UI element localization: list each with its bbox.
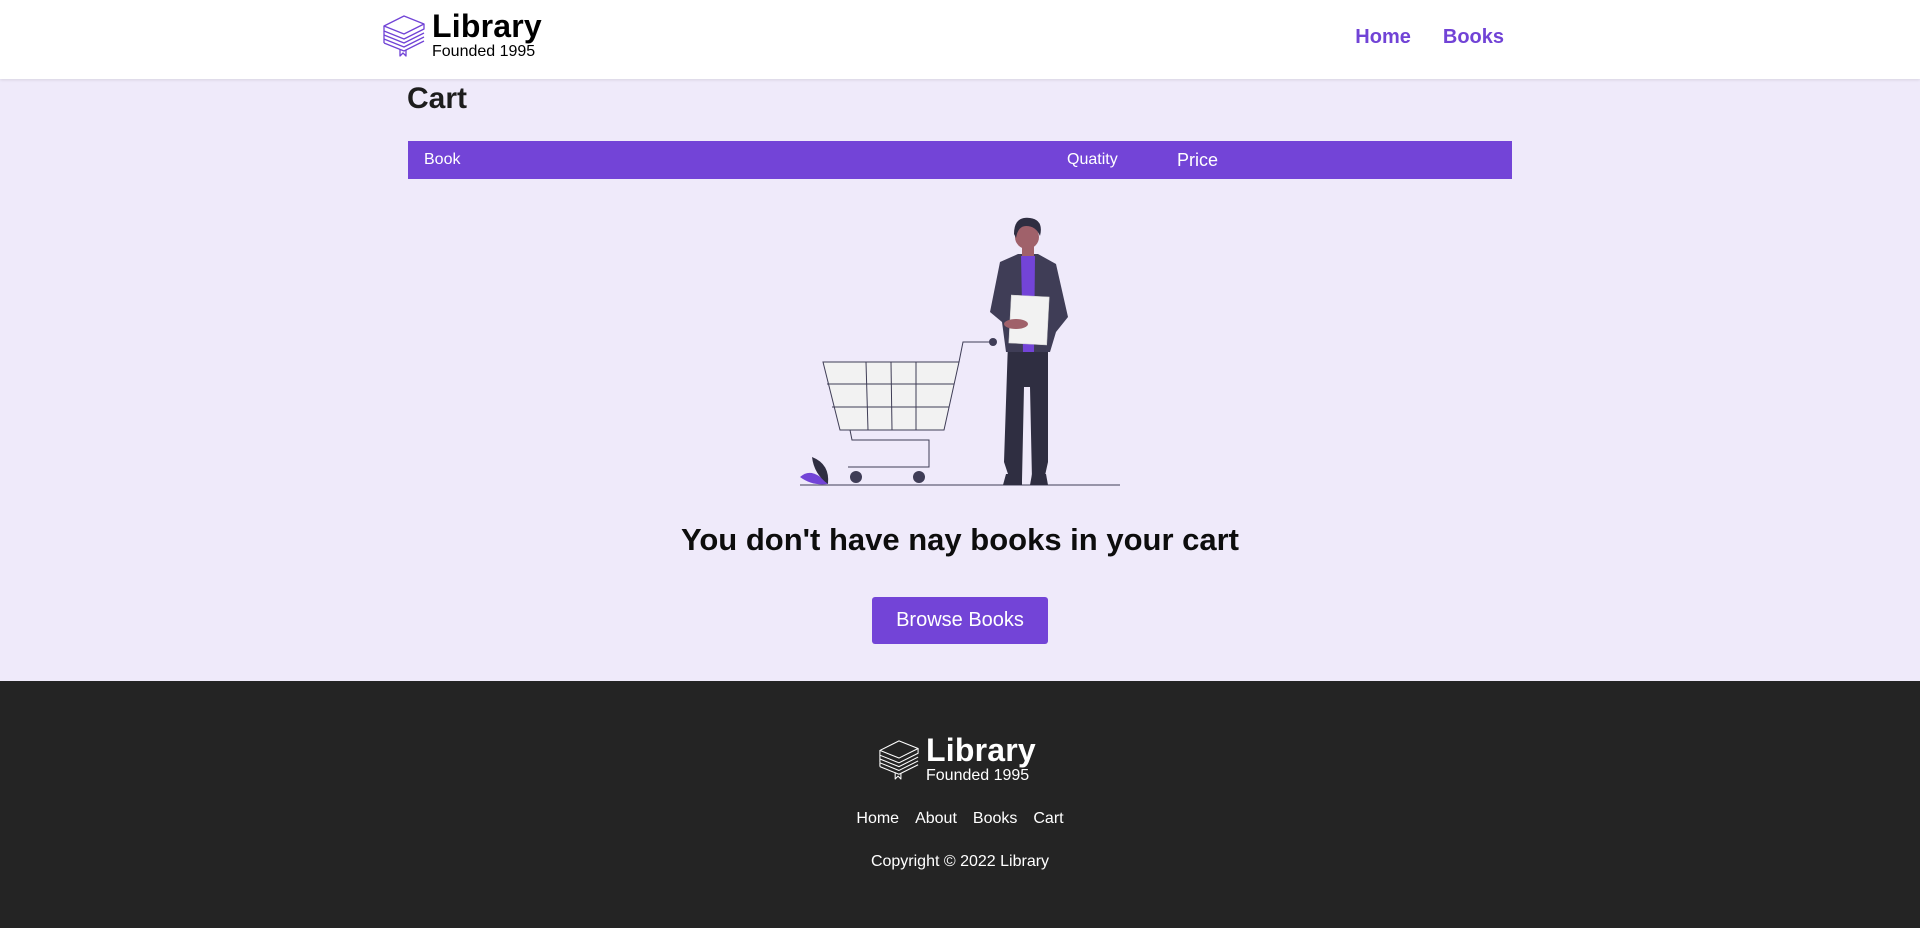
shopping-cart-icon	[822, 341, 990, 468]
books-stack-logo-icon	[879, 740, 919, 780]
site-footer: Library Founded 1995 Home About Books Ca…	[0, 681, 1920, 928]
footer-link-cart[interactable]: Cart	[1033, 810, 1063, 828]
nav-home-link[interactable]: Home	[1355, 26, 1411, 49]
page-title: Cart	[407, 82, 468, 115]
footer-brand-name: Library	[926, 732, 1036, 768]
nav-books-link[interactable]: Books	[1443, 26, 1504, 49]
brand-tagline: Founded 1995	[432, 43, 536, 60]
footer-link-about[interactable]: About	[915, 810, 957, 828]
column-header-book: Book	[424, 151, 461, 168]
empty-cart-illustration	[800, 217, 1120, 486]
footer-nav: Home About Books Cart	[0, 810, 1920, 828]
person-figure	[990, 217, 1068, 485]
column-header-quantity: Quatity	[1067, 151, 1118, 168]
books-stack-logo-icon	[383, 15, 425, 57]
browse-books-button[interactable]: Browse Books	[872, 597, 1048, 644]
footer-link-home[interactable]: Home	[856, 810, 899, 828]
cart-wheel	[850, 471, 862, 483]
plant-icon	[800, 457, 829, 485]
header-brand-link[interactable]: Library Founded 1995	[382, 10, 542, 60]
footer-brand-link[interactable]: Library Founded 1995	[878, 734, 1036, 784]
cart-table-header: Book Quatity Price	[408, 141, 1512, 179]
copyright-text: Copyright © 2022 Library	[870, 853, 1050, 870]
cart-wheel	[913, 471, 925, 483]
empty-cart-message: You don't have nay books in your cart	[681, 522, 1239, 557]
main-nav: Home Books	[1355, 26, 1504, 49]
brand-name: Library	[432, 8, 542, 44]
column-header-price: Price	[1177, 150, 1219, 170]
site-header: Library Founded 1995 Home Books	[0, 0, 1920, 79]
footer-brand-tagline: Founded 1995	[926, 767, 1030, 784]
footer-link-books[interactable]: Books	[973, 810, 1017, 828]
